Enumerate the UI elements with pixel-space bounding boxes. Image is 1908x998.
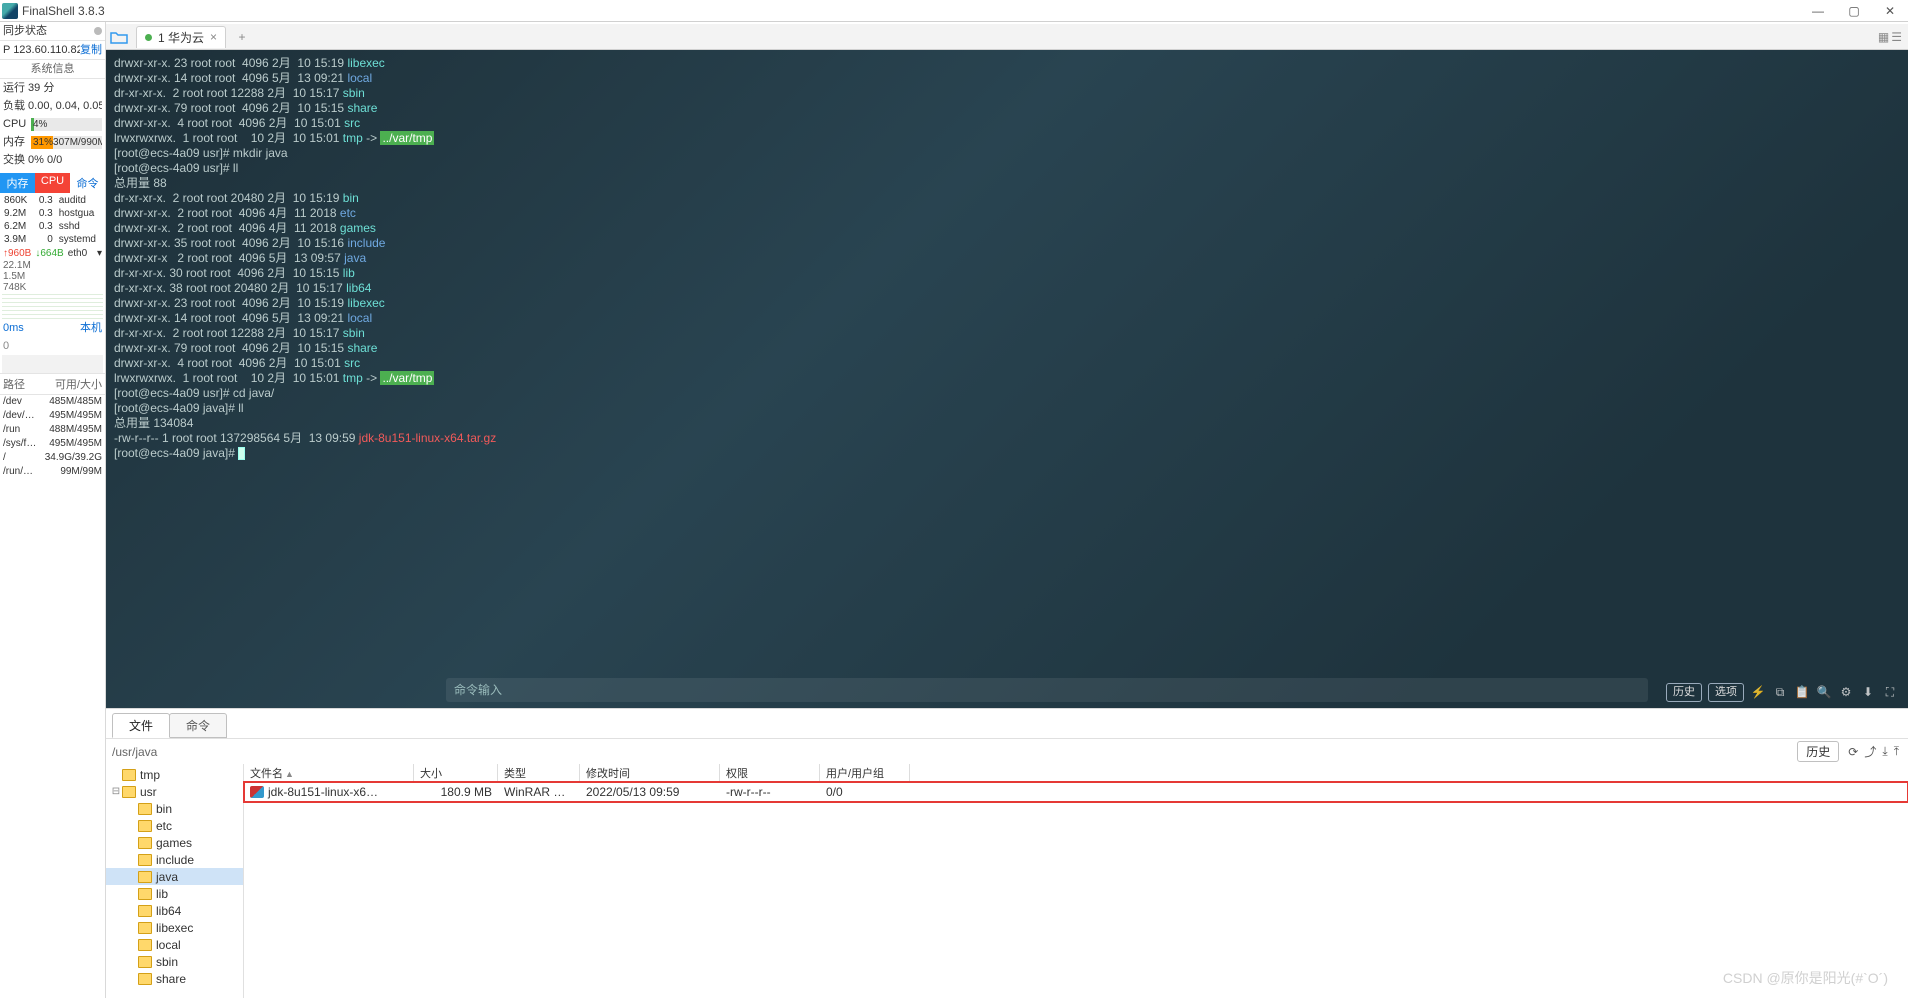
tab-commands[interactable]: 命令 bbox=[169, 713, 227, 738]
cpu-label: CPU bbox=[3, 117, 31, 131]
tree-item-include[interactable]: include bbox=[106, 851, 243, 868]
tree-item-sbin[interactable]: sbin bbox=[106, 953, 243, 970]
fs-col-size: 可用/大小 bbox=[52, 374, 105, 394]
upload-file-icon[interactable]: ⤒ bbox=[1894, 744, 1899, 759]
bolt-icon[interactable]: ⚡ bbox=[1750, 685, 1766, 700]
swap-label: 交换 0% 0/0 bbox=[3, 153, 102, 167]
sysinfo-panel-title: 系统信息 bbox=[31, 62, 75, 76]
cpu-bar: 4% bbox=[31, 118, 102, 131]
load-label: 负载 0.00, 0.04, 0.05 bbox=[3, 99, 102, 113]
net-if: eth0 bbox=[68, 248, 87, 259]
close-button[interactable]: ✕ bbox=[1872, 1, 1908, 21]
tree-item-libexec[interactable]: libexec bbox=[106, 919, 243, 936]
col-filename[interactable]: 文件名▲ bbox=[244, 764, 414, 781]
ping-ms: 0ms bbox=[3, 321, 24, 335]
file-row[interactable]: jdk-8u151-linux-x6… 180.9 MB WinRAR … 20… bbox=[244, 782, 1908, 802]
current-path[interactable]: /usr/java bbox=[112, 745, 1797, 759]
connection-status-dot-icon bbox=[145, 34, 152, 41]
tree-item-bin[interactable]: bin bbox=[106, 800, 243, 817]
process-table: 860K0.3auditd9.2M0.3hostgua6.2M0.3sshd3.… bbox=[0, 193, 105, 247]
col-mtime[interactable]: 修改时间 bbox=[580, 764, 720, 781]
col-type[interactable]: 类型 bbox=[498, 764, 580, 781]
layout-grid-icon[interactable]: ▦ bbox=[1878, 30, 1889, 44]
uptime-label: 运行 39 分 bbox=[3, 81, 102, 95]
net-more-icon[interactable]: ▾ bbox=[97, 248, 102, 259]
add-tab-button[interactable]: + bbox=[232, 30, 252, 44]
gear-icon[interactable]: ⚙ bbox=[1838, 685, 1854, 700]
maximize-button[interactable]: ▢ bbox=[1836, 1, 1872, 21]
tree-item-share[interactable]: share bbox=[106, 970, 243, 987]
app-logo-icon bbox=[2, 3, 18, 19]
level-up-icon[interactable]: ⤴ bbox=[1864, 743, 1876, 760]
connection-tab[interactable]: 1 华为云 × bbox=[136, 26, 226, 48]
tab-cpu[interactable]: CPU bbox=[35, 173, 70, 193]
tree-item-local[interactable]: local bbox=[106, 936, 243, 953]
titlebar: FinalShell 3.8.3 — ▢ ✕ bbox=[0, 0, 1908, 22]
network-sparkline bbox=[2, 293, 103, 319]
ip-address: P 123.60.110.82 bbox=[3, 43, 80, 57]
terminal[interactable]: drwxr-xr-x. 23 root root 4096 2月 10 15:1… bbox=[106, 50, 1908, 708]
tree-item-tmp[interactable]: tmp bbox=[106, 766, 243, 783]
command-input[interactable]: 命令输入 bbox=[446, 678, 1648, 702]
tree-item-java[interactable]: java bbox=[106, 868, 243, 885]
col-size[interactable]: 大小 bbox=[414, 764, 498, 781]
tab-memory[interactable]: 内存 bbox=[0, 173, 35, 193]
open-connection-icon[interactable] bbox=[106, 26, 132, 48]
monitor-tabs: 内存 CPU 命令 bbox=[0, 173, 105, 193]
close-tab-icon[interactable]: × bbox=[210, 30, 217, 44]
minimize-button[interactable]: — bbox=[1800, 1, 1836, 21]
terminal-toolbar: 历史 选项 ⚡ ⧉ 📋 🔍 ⚙ ⬇ ⛶ bbox=[1666, 683, 1898, 702]
ping-local[interactable]: 本机 bbox=[80, 321, 102, 335]
col-owner[interactable]: 用户/用户组 bbox=[820, 764, 910, 781]
layout-split-icon[interactable]: ☰ bbox=[1891, 30, 1902, 44]
file-list-header: 文件名▲ 大小 类型 修改时间 权限 用户/用户组 bbox=[244, 764, 1908, 782]
copy-icon[interactable]: ⧉ bbox=[1772, 685, 1788, 700]
mem-bar: 31%307M/990M bbox=[31, 136, 102, 149]
tab-command[interactable]: 命令 bbox=[70, 173, 105, 193]
copy-ip-link[interactable]: 复制 bbox=[80, 43, 102, 57]
ping-sparkline bbox=[2, 355, 103, 373]
archive-icon bbox=[250, 786, 264, 798]
paste-icon[interactable]: 📋 bbox=[1794, 685, 1810, 700]
tree-item-usr[interactable]: ⊟usr bbox=[106, 783, 243, 800]
net-down: ↓664B bbox=[35, 248, 63, 259]
watermark: CSDN @原你是阳光(#`O´) bbox=[1723, 968, 1888, 988]
options-button[interactable]: 选项 bbox=[1708, 683, 1744, 702]
history-button[interactable]: 历史 bbox=[1666, 683, 1702, 702]
path-history-button[interactable]: 历史 bbox=[1797, 741, 1839, 762]
sync-status-dot-icon bbox=[94, 27, 102, 35]
tree-item-lib64[interactable]: lib64 bbox=[106, 902, 243, 919]
tree-item-lib[interactable]: lib bbox=[106, 885, 243, 902]
sync-status-label: 同步状态 bbox=[3, 24, 91, 38]
window-title: FinalShell 3.8.3 bbox=[22, 4, 1800, 18]
fs-col-path: 路径 bbox=[0, 374, 52, 394]
mem-label: 内存 bbox=[3, 135, 31, 149]
tree-item-games[interactable]: games bbox=[106, 834, 243, 851]
sidebar: 同步状态 P 123.60.110.82 复制 系统信息 运行 39 分 负载 … bbox=[0, 22, 106, 998]
folder-tree[interactable]: tmp⊟usrbinetcgamesincludejavaliblib64lib… bbox=[106, 764, 244, 998]
connection-tab-label: 1 华为云 bbox=[158, 29, 204, 46]
tree-item-etc[interactable]: etc bbox=[106, 817, 243, 834]
fullscreen-icon[interactable]: ⛶ bbox=[1882, 685, 1898, 700]
tab-files[interactable]: 文件 bbox=[112, 713, 170, 738]
col-perm[interactable]: 权限 bbox=[720, 764, 820, 781]
connection-tabbar: 1 华为云 × + ▦ ☰ bbox=[106, 24, 1908, 50]
download-file-icon[interactable]: ⤓ bbox=[1882, 744, 1887, 759]
file-panel: 文件 命令 /usr/java 历史 ⟳ ⤴ ⤓ ⤒ tmp⊟usrbinetc… bbox=[106, 708, 1908, 998]
download-icon[interactable]: ⬇ bbox=[1860, 685, 1876, 700]
refresh-icon[interactable]: ⟳ bbox=[1848, 745, 1858, 759]
net-up: ↑960B bbox=[3, 248, 31, 259]
search-icon[interactable]: 🔍 bbox=[1816, 685, 1832, 700]
